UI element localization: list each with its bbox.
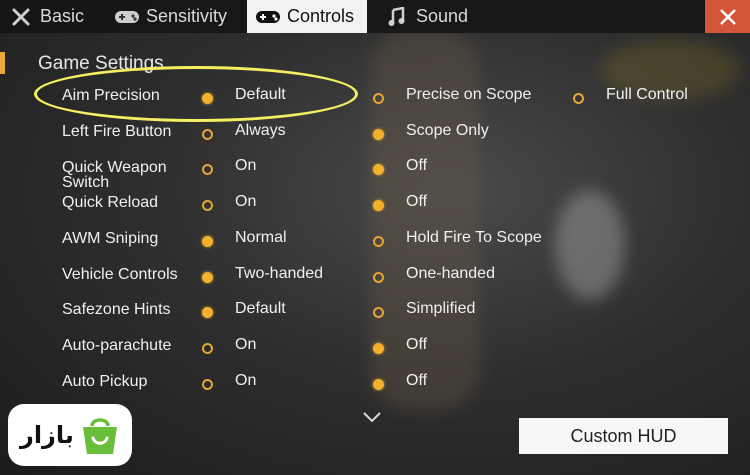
background-snowman — [555, 190, 625, 300]
radio-button[interactable] — [202, 129, 213, 140]
option-label[interactable]: Hold Fire To Scope — [406, 229, 542, 247]
chevron-down-icon[interactable] — [362, 410, 382, 428]
radio-button[interactable] — [373, 129, 384, 140]
tab-basic[interactable]: Basic — [8, 0, 108, 33]
option-label[interactable]: On — [235, 157, 256, 175]
option-label[interactable]: Always — [235, 122, 286, 140]
gamepad-icon — [255, 7, 281, 27]
option-label[interactable]: One-handed — [406, 265, 495, 283]
shopping-bag-icon — [83, 418, 117, 454]
music-note-icon — [384, 6, 410, 27]
radio-button[interactable] — [202, 343, 213, 354]
radio-button[interactable] — [373, 164, 384, 175]
option-label[interactable]: Off — [406, 157, 427, 175]
option-label[interactable]: Off — [406, 372, 427, 390]
radio-button[interactable] — [202, 379, 213, 390]
tab-sound-label: Sound — [416, 6, 469, 26]
option-label[interactable]: Simplified — [406, 300, 475, 318]
setting-label: AWM Sniping — [62, 230, 159, 247]
tab-sensitivity[interactable]: Sensitivity — [114, 0, 244, 33]
radio-button[interactable] — [373, 200, 384, 211]
setting-label: Auto Pickup — [62, 373, 148, 390]
option-label[interactable]: On — [235, 193, 256, 211]
radio-button[interactable] — [202, 200, 213, 211]
option-label[interactable]: Default — [235, 300, 286, 318]
tab-controls-label: Controls — [287, 6, 355, 26]
option-label[interactable]: On — [235, 336, 256, 354]
radio-button[interactable] — [202, 164, 213, 175]
option-label[interactable]: Off — [406, 193, 427, 211]
radio-button[interactable] — [202, 236, 213, 247]
tab-bar: Basic Sensitivity Controls Sound — [0, 0, 750, 33]
close-button[interactable] — [705, 0, 750, 33]
option-label[interactable]: Two-handed — [235, 265, 323, 283]
setting-label: Quick Reload — [62, 194, 159, 211]
wrench-screwdriver-icon — [8, 7, 34, 27]
option-label[interactable]: Precise on Scope — [406, 86, 531, 104]
radio-button[interactable] — [202, 307, 213, 318]
tab-sensitivity-label: Sensitivity — [146, 6, 228, 26]
option-label[interactable]: Normal — [235, 229, 287, 247]
highlight-ellipse — [34, 66, 358, 122]
radio-button[interactable] — [373, 307, 384, 318]
option-label[interactable]: On — [235, 372, 256, 390]
radio-button[interactable] — [373, 379, 384, 390]
setting-label: Auto-parachute — [62, 337, 172, 354]
option-label[interactable]: Off — [406, 336, 427, 354]
setting-label: Safezone Hints — [62, 301, 171, 318]
tab-controls[interactable]: Controls — [247, 0, 367, 33]
gamepad-icon — [114, 7, 140, 27]
close-icon — [719, 8, 736, 25]
radio-button[interactable] — [373, 236, 384, 247]
radio-button[interactable] — [573, 93, 584, 104]
setting-label: Quick Weapon Switch — [62, 159, 167, 191]
custom-hud-button[interactable]: Custom HUD — [519, 418, 728, 454]
radio-button[interactable] — [202, 272, 213, 283]
setting-label: Left Fire Button — [62, 123, 172, 140]
radio-button[interactable] — [373, 93, 384, 104]
tab-basic-label: Basic — [40, 6, 85, 26]
radio-button[interactable] — [373, 272, 384, 283]
option-label[interactable]: Full Control — [606, 86, 688, 104]
radio-button[interactable] — [373, 343, 384, 354]
option-label[interactable]: Scope Only — [406, 122, 489, 140]
bazaar-logo: بازار — [8, 404, 132, 466]
section-accent-bar — [0, 52, 5, 74]
tab-sound[interactable]: Sound — [384, 0, 484, 33]
setting-label: Vehicle Controls — [62, 266, 178, 283]
logo-text: بازار — [20, 421, 74, 449]
